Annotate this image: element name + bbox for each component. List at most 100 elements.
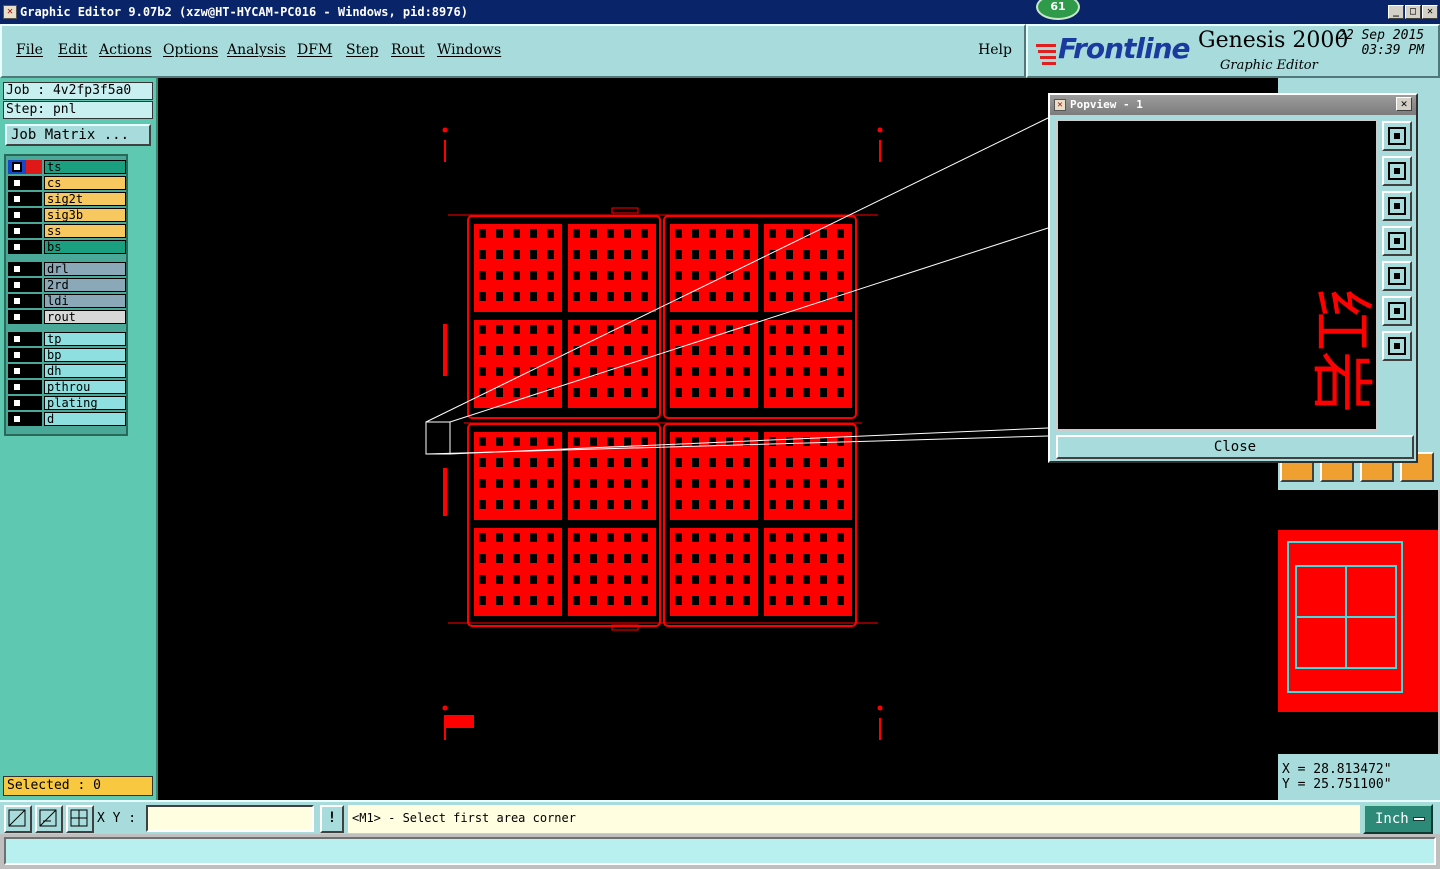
- menu-analysis[interactable]: Analysis: [227, 42, 286, 58]
- layer-row-ldi[interactable]: ldi: [8, 294, 126, 308]
- fiducial-mark: [877, 705, 883, 711]
- layer-row-bs[interactable]: bs: [8, 240, 126, 254]
- layer-row-ts[interactable]: ts: [8, 160, 126, 174]
- pan-left-icon[interactable]: [1382, 226, 1412, 256]
- minimize-button[interactable]: _: [1388, 5, 1404, 19]
- pad-cutout: [547, 554, 554, 563]
- layer-row-pthrou[interactable]: pthrou: [8, 380, 126, 394]
- layer-checkbox[interactable]: [12, 194, 22, 204]
- menu-help[interactable]: Help: [978, 42, 1012, 58]
- fiducial-mark: [442, 127, 448, 133]
- pad-cutout: [641, 554, 648, 563]
- warning-icon[interactable]: !: [320, 805, 344, 833]
- zoom-home-icon[interactable]: [1382, 121, 1412, 151]
- layer-row-drl[interactable]: drl: [8, 262, 126, 276]
- pad-cutout: [607, 479, 614, 488]
- layer-checkbox[interactable]: [12, 350, 22, 360]
- layer-checkbox[interactable]: [12, 296, 22, 306]
- zoom-area-box: [425, 421, 451, 455]
- pad-cutout: [803, 229, 810, 238]
- menu-rout[interactable]: Rout: [391, 42, 425, 58]
- unit-selector[interactable]: Inch: [1363, 804, 1433, 834]
- close-window-button[interactable]: ✕: [1422, 5, 1438, 19]
- pad-cutout: [769, 500, 776, 509]
- pad-cutout: [837, 250, 844, 259]
- layer-row-d[interactable]: d: [8, 412, 126, 426]
- layer-checkbox[interactable]: [12, 398, 22, 408]
- layer-checkbox[interactable]: [12, 366, 22, 376]
- layer-checkbox[interactable]: [12, 162, 22, 172]
- overview-map[interactable]: [1278, 490, 1438, 754]
- pad-cutout: [743, 388, 750, 397]
- popview-title[interactable]: Popview - 1: [1050, 95, 1416, 115]
- popview-canvas[interactable]: 红岩: [1056, 119, 1378, 431]
- menu-windows[interactable]: Windows: [437, 42, 501, 58]
- pad-cutout: [641, 458, 648, 467]
- menu-file[interactable]: File: [16, 42, 43, 58]
- layer-checkbox[interactable]: [12, 210, 22, 220]
- pad-cutout: [769, 533, 776, 542]
- pad-cutout: [709, 229, 716, 238]
- pad-cutout: [607, 500, 614, 509]
- pad-cutout: [837, 596, 844, 605]
- layer-row-sig3b[interactable]: sig3b: [8, 208, 126, 222]
- layer-row-cs[interactable]: cs: [8, 176, 126, 190]
- fit-icon[interactable]: [1382, 296, 1412, 326]
- pan-right-icon[interactable]: [1382, 261, 1412, 291]
- layer-row-sig2t[interactable]: sig2t: [8, 192, 126, 206]
- layer-checkbox[interactable]: [12, 382, 22, 392]
- pad-cutout: [803, 554, 810, 563]
- layer-row-tp[interactable]: tp: [8, 332, 126, 346]
- zoom-area-icon[interactable]: [1382, 331, 1412, 361]
- pad-cutout: [513, 437, 520, 446]
- menu-options[interactable]: Options: [163, 42, 218, 58]
- pad-cutout: [573, 325, 580, 334]
- pad-cutout: [675, 500, 682, 509]
- layer-name: pthrou: [44, 380, 126, 394]
- xy-input[interactable]: [146, 805, 314, 832]
- layer-checkbox[interactable]: [12, 242, 22, 252]
- pad-cutout: [837, 388, 844, 397]
- layer-checkbox[interactable]: [12, 178, 22, 188]
- layer-checkbox[interactable]: [12, 226, 22, 236]
- popview-close-icon[interactable]: ✕: [1396, 97, 1412, 111]
- menu-step[interactable]: Step: [346, 42, 378, 58]
- snap-grid-icon[interactable]: [66, 805, 94, 833]
- pad-cutout: [607, 367, 614, 376]
- zoom-out-icon[interactable]: [1382, 191, 1412, 221]
- popview-close-button[interactable]: Close: [1056, 435, 1414, 459]
- pad-cutout: [624, 554, 631, 563]
- logo-product: Genesis 2000: [1198, 28, 1349, 53]
- pad-cutout: [513, 250, 520, 259]
- menu-dfm[interactable]: DFM: [297, 42, 332, 58]
- layer-checkbox[interactable]: [12, 312, 22, 322]
- layer-row-dh[interactable]: dh: [8, 364, 126, 378]
- layer-row-ss[interactable]: ss: [8, 224, 126, 238]
- maximize-button[interactable]: □: [1405, 5, 1421, 19]
- menu-edit[interactable]: Edit: [58, 42, 87, 58]
- pad-cutout: [803, 596, 810, 605]
- pad-cutout: [709, 533, 716, 542]
- pad-cutout: [530, 575, 537, 584]
- layer-checkbox[interactable]: [12, 280, 22, 290]
- menu-actions[interactable]: Actions: [99, 42, 152, 58]
- pad-cutout: [624, 388, 631, 397]
- zoom-in-icon[interactable]: [1382, 156, 1412, 186]
- status-field: [4, 837, 1436, 865]
- layer-checkbox[interactable]: [12, 264, 22, 274]
- pad-cutout: [496, 479, 503, 488]
- pad-cutout: [573, 292, 580, 301]
- layer-checkbox[interactable]: [12, 414, 22, 424]
- layer-row-rout[interactable]: rout: [8, 310, 126, 324]
- layer-row-bp[interactable]: bp: [8, 348, 126, 362]
- bottom-bar: X Y : ! <M1> - Select first area corner …: [0, 800, 1440, 834]
- job-matrix-button[interactable]: Job Matrix ...: [5, 124, 151, 146]
- select-tool-icon[interactable]: [4, 805, 32, 833]
- layer-row-plating[interactable]: plating: [8, 396, 126, 410]
- layer-name: d: [44, 412, 126, 426]
- layer-row-2rd[interactable]: 2rd: [8, 278, 126, 292]
- measure-tool-icon[interactable]: [35, 805, 63, 833]
- layer-checkbox[interactable]: [12, 334, 22, 344]
- pad-cutout: [573, 250, 580, 259]
- pad-cutout: [607, 229, 614, 238]
